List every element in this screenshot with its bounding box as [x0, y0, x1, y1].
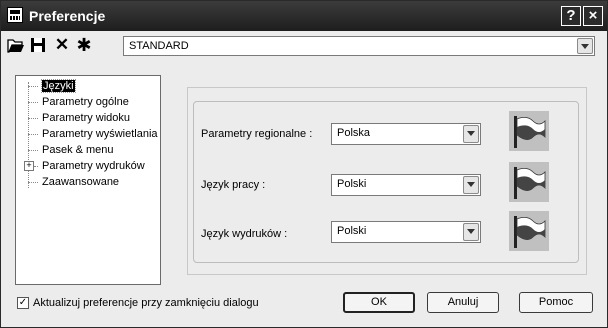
work-language-value: Polski: [337, 178, 367, 190]
tree-connector: [28, 182, 38, 183]
tree-item-view[interactable]: Parametry widoku: [42, 111, 130, 125]
close-button[interactable]: ×: [583, 6, 603, 26]
flag-icon: [509, 162, 549, 202]
tree-item-label: Języki: [41, 79, 76, 93]
window-title: Preferencje: [29, 8, 106, 24]
chevron-down-icon[interactable]: [463, 125, 479, 143]
cancel-button[interactable]: Anuluj: [427, 292, 499, 313]
tree-item-print[interactable]: Parametry wydruków: [42, 159, 145, 173]
tree-item-languages[interactable]: Języki: [41, 79, 76, 93]
help-button[interactable]: Pomoc: [519, 292, 593, 313]
tree-connector: [34, 166, 38, 167]
new-star-icon[interactable]: ✱: [75, 36, 93, 54]
open-folder-icon[interactable]: [7, 36, 25, 54]
app-icon: [7, 7, 23, 23]
work-language-label: Język pracy :: [201, 179, 266, 191]
chevron-down-icon[interactable]: [577, 38, 593, 54]
regional-label: Parametry regionalne :: [201, 128, 313, 140]
profile-value: STANDARD: [129, 40, 189, 52]
tree-connector: [28, 150, 38, 151]
flag-icon: [509, 111, 549, 151]
preferences-dialog: Preferencje ? × ✕ ✱ STANDARD Języki Para…: [0, 0, 608, 328]
print-language-label: Język wydruków :: [201, 228, 288, 240]
print-language-select[interactable]: Polski: [331, 221, 481, 243]
save-icon[interactable]: [29, 36, 47, 54]
chevron-down-icon[interactable]: [463, 176, 479, 194]
tree-connector: [28, 86, 38, 87]
regional-select[interactable]: Polska: [331, 123, 481, 145]
chevron-down-icon[interactable]: [463, 223, 479, 241]
expand-icon[interactable]: +: [24, 161, 34, 171]
update-preferences-checkbox[interactable]: ✓: [17, 297, 29, 309]
tree-item-advanced[interactable]: Zaawansowane: [42, 175, 119, 189]
work-language-select[interactable]: Polski: [331, 174, 481, 196]
ok-button[interactable]: OK: [343, 292, 415, 313]
regional-value: Polska: [337, 127, 371, 139]
delete-icon[interactable]: ✕: [53, 36, 71, 54]
tree-connector: [28, 134, 38, 135]
tree-connector: [28, 118, 38, 119]
print-language-value: Polski: [337, 225, 367, 237]
tree-connector: [28, 102, 38, 103]
profile-select[interactable]: STANDARD: [123, 36, 595, 56]
category-tree[interactable]: Języki Parametry ogólne Parametry widoku…: [15, 75, 161, 285]
help-title-button[interactable]: ?: [561, 6, 581, 26]
update-preferences-label: Aktualizuj preferencje przy zamknięciu d…: [33, 297, 259, 309]
tree-connector: [28, 82, 29, 188]
tree-item-toolbar-menu[interactable]: Pasek & menu: [42, 143, 114, 157]
tree-item-general[interactable]: Parametry ogólne: [42, 95, 129, 109]
title-bar: Preferencje ? ×: [1, 1, 607, 31]
flag-icon: [509, 211, 549, 251]
tree-item-display[interactable]: Parametry wyświetlania: [42, 127, 158, 141]
